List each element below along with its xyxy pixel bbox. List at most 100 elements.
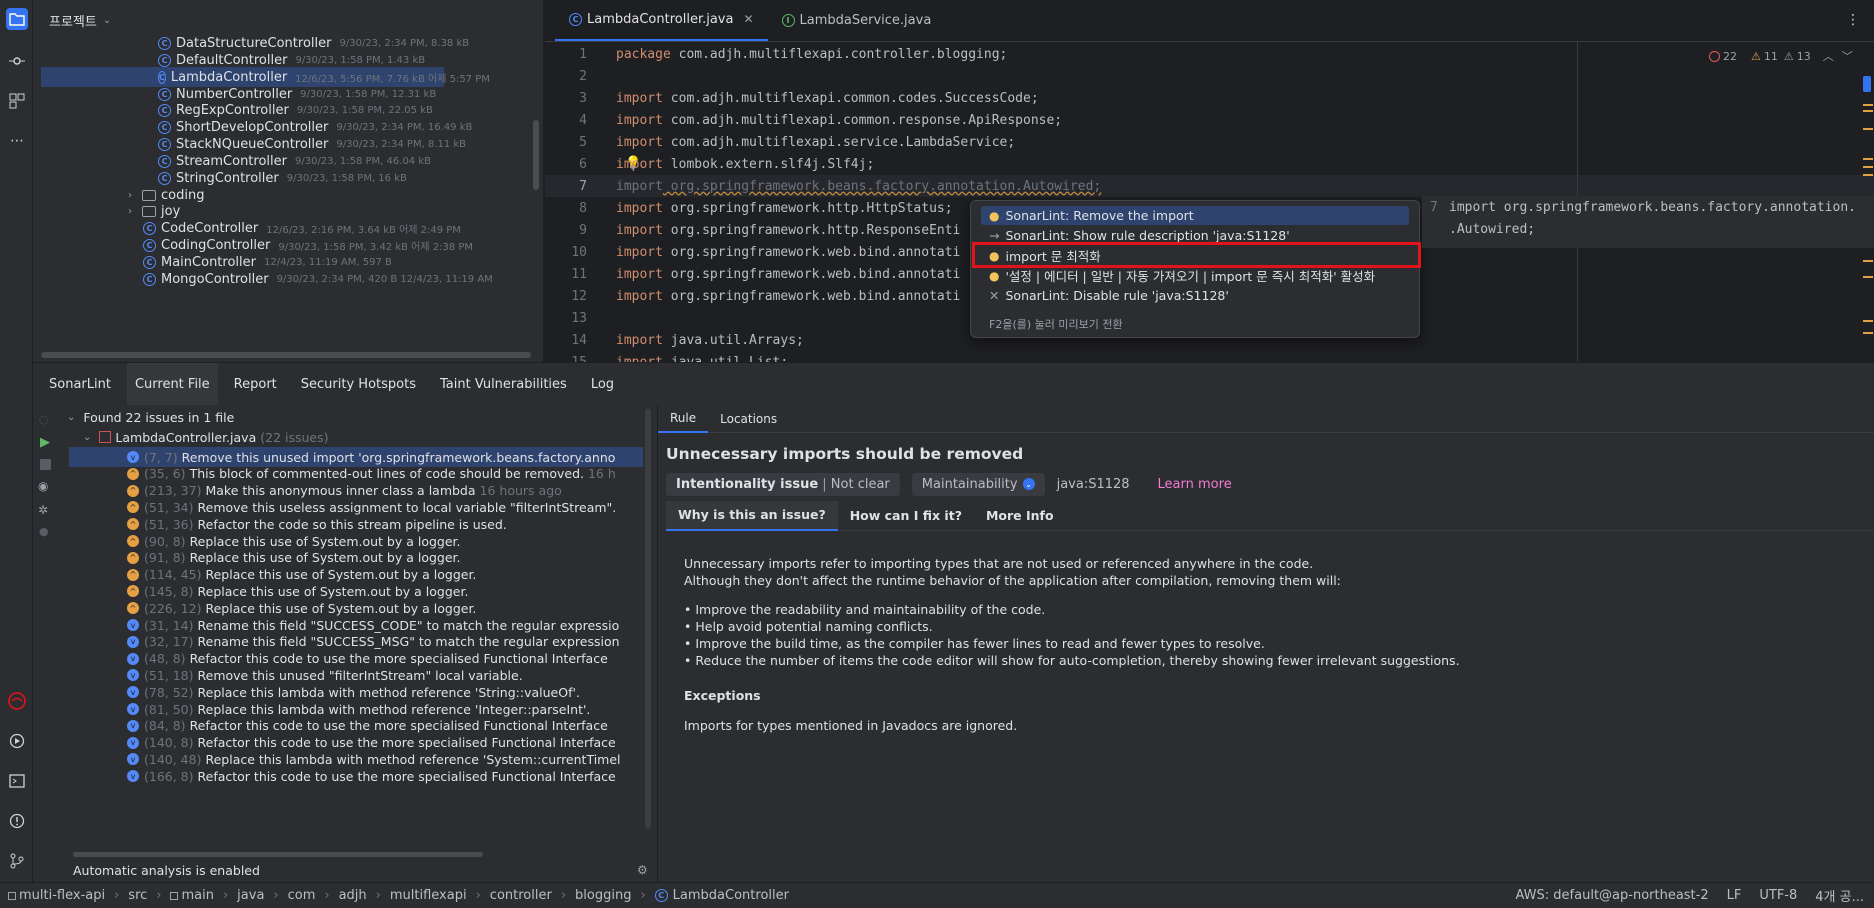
git-icon[interactable] — [6, 850, 28, 872]
run-analysis-icon[interactable]: ▶ — [40, 435, 50, 450]
issue-row[interactable]: v (166, 8) Refactor this code to use the m… — [99, 766, 643, 786]
severity-major-icon: ^ — [127, 467, 139, 480]
tab-why[interactable]: Why is this an issue? — [666, 500, 838, 531]
tree-item-meta: 9/30/23, 1:58 PM, 22.05 kB — [296, 104, 433, 116]
code-area[interactable]: 1 package com.adjh.multiflexapi.controlle… — [545, 42, 1874, 363]
horizontal-scrollbar[interactable] — [41, 352, 531, 358]
interface-icon: I — [781, 13, 795, 27]
breadcrumb-item[interactable]: controller — [490, 888, 552, 903]
issues-scrollbar[interactable] — [645, 409, 651, 829]
project-folder-icon[interactable] — [6, 8, 28, 30]
more-options-icon[interactable]: ⋮ — [1846, 12, 1860, 28]
tab-report[interactable]: Report — [226, 363, 285, 405]
class-icon: C — [569, 12, 582, 26]
issue-location: (226, 12) — [144, 600, 202, 616]
code-line: 5 import com.adjh.multiflexapi.service.La… — [579, 134, 1016, 150]
issue-message: Remove this unused import 'org.springfra… — [181, 449, 616, 465]
tree-item-meta: 9/30/23, 2:34 PM, 420 B 12/4/23, 11:19 A… — [276, 273, 493, 285]
severity-minor-icon: v — [127, 719, 139, 732]
breadcrumb-item[interactable]: main — [181, 888, 213, 903]
breadcrumb-item[interactable]: java — [237, 888, 264, 903]
breadcrumb-separator-icon: › — [560, 888, 567, 903]
tree-item-meta: 9/30/23, 1:58 PM, 46.04 kB — [294, 155, 431, 167]
tree-item-label: CodeController — [161, 220, 259, 236]
exceptions-heading: Exceptions — [684, 688, 761, 703]
breadcrumb-item[interactable]: blogging — [575, 888, 631, 903]
tree-item-label: MainController — [161, 254, 256, 270]
problems-icon[interactable] — [6, 810, 28, 832]
file-node[interactable]: ⌄ LambdaController.java (22 issues) — [83, 427, 329, 447]
aws-profile[interactable]: AWS: default@ap-northeast-2 — [1516, 888, 1709, 903]
class-icon: C — [143, 255, 156, 269]
breadcrumb-item[interactable]: adjh — [339, 888, 367, 903]
services-icon[interactable] — [6, 730, 28, 752]
folder-icon — [142, 189, 156, 201]
severity-major-icon: ^ — [127, 518, 139, 531]
issues-hscrollbar[interactable] — [73, 852, 483, 857]
refresh-icon[interactable]: ◌ — [39, 413, 49, 426]
class-icon: C — [158, 154, 171, 168]
breadcrumb-item[interactable]: LambdaController — [673, 888, 789, 903]
vertical-scrollbar[interactable] — [533, 120, 539, 190]
tab-current-file[interactable]: Current File — [126, 363, 218, 405]
tree-item-meta: 9/30/23, 1:58 PM, 16 kB — [286, 172, 407, 184]
severity-major-icon: ^ — [127, 551, 139, 564]
code-line: 1 package com.adjh.multiflexapi.controlle… — [579, 46, 1008, 62]
issue-location: (140, 48) — [144, 751, 202, 767]
found-summary[interactable]: ⌄ Found 22 issues in 1 file — [67, 407, 234, 427]
breadcrumb-separator-icon: › — [156, 888, 162, 903]
more-icon[interactable]: ⋯ — [6, 130, 28, 152]
tab-lambda-service[interactable]: I LambdaService.java — [768, 0, 946, 41]
issue-message: Make this anonymous inner class a lambda — [205, 483, 476, 499]
breadcrumb-item[interactable]: multiflexapi — [390, 888, 467, 903]
code-line: 9 import org.springframework.http.Respons… — [579, 222, 961, 238]
chevron-right-icon[interactable]: › — [128, 190, 142, 201]
tree-item-label: RegExpController — [176, 102, 289, 118]
editor-panel: C LambdaController.java ✕ I LambdaServic… — [545, 0, 1874, 362]
tab-rule[interactable]: Rule — [658, 405, 709, 433]
sonarlint-tool-window: SonarLint Current File Report Security Hots… — [33, 362, 1874, 883]
tree-item-meta: 12/6/23, 5:56 PM, 7.76 kB 어제 5:57 PM — [295, 73, 490, 85]
tab-locations[interactable]: Locations — [708, 412, 789, 426]
intentionality-badge: Intentionality issue | Not clear — [666, 472, 900, 496]
breadcrumb-item[interactable]: com — [288, 888, 316, 903]
structure-icon[interactable] — [6, 90, 28, 112]
severity-minor-icon: v — [127, 451, 139, 463]
file-encoding[interactable]: UTF-8 — [1759, 888, 1797, 903]
code-line: 14 import java.util.Arrays; — [571, 332, 804, 348]
commit-icon[interactable] — [6, 50, 28, 72]
tab-taint-vulnerabilities[interactable]: Taint Vulnerabilities — [432, 363, 575, 405]
clear-icon[interactable]: ● — [39, 525, 49, 538]
chevron-right-icon[interactable]: › — [128, 206, 142, 217]
breadcrumb-item[interactable]: multi-flex-api — [19, 888, 105, 903]
line-separator[interactable]: LF — [1727, 888, 1742, 903]
indent-setting[interactable]: 4개 공... — [1815, 886, 1864, 905]
settings-icon[interactable]: ✲ — [38, 503, 48, 517]
tab-log[interactable]: Log — [583, 363, 622, 405]
eye-icon[interactable]: ◉ — [38, 479, 48, 493]
sonarlint-icon[interactable] — [6, 690, 28, 712]
tab-lambda-controller[interactable]: C LambdaController.java ✕ — [555, 0, 768, 41]
breadcrumb-item[interactable]: src — [128, 888, 147, 903]
severity-major-icon: ^ — [127, 602, 139, 615]
tab-how-fix[interactable]: How can I fix it? — [838, 508, 974, 523]
severity-major-icon: ^ — [127, 585, 139, 598]
terminal-icon[interactable] — [6, 770, 28, 792]
tab-security-hotspots[interactable]: Security Hotspots — [293, 363, 424, 405]
breadcrumb-separator-icon: › — [222, 888, 229, 903]
tree-item-meta: 9/30/23, 1:58 PM, 3.42 kB 어제 2:38 PM — [278, 241, 474, 253]
tab-sonarlint[interactable]: SonarLint — [41, 363, 119, 405]
close-icon[interactable]: ✕ — [743, 12, 753, 26]
left-tool-strip: ⋯ — [0, 0, 33, 882]
module-icon — [170, 891, 179, 900]
chevron-down-icon: ⌄ — [67, 411, 76, 423]
severity-major-icon: ^ — [127, 501, 139, 514]
stop-icon[interactable] — [40, 459, 51, 470]
issue-location: (35, 6) — [144, 466, 186, 482]
learn-more-link[interactable]: Learn more — [1158, 477, 1232, 492]
tree-file[interactable]: C MongoController 9/30/23, 2:34 PM, 420 B … — [33, 269, 543, 289]
tab-more-info[interactable]: More Info — [974, 508, 1066, 523]
analysis-settings-icon[interactable]: ⚙ — [637, 863, 648, 877]
tab-label: LambdaController.java — [587, 11, 734, 27]
editor-tabs: C LambdaController.java ✕ I LambdaServic… — [545, 0, 1874, 42]
